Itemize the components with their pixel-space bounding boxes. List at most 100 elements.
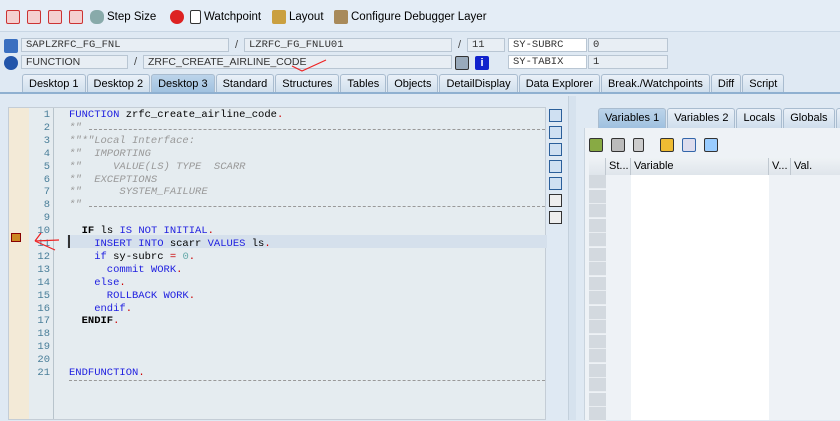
variables-panel: St... Variable V... Val. bbox=[584, 128, 840, 421]
step-size-button[interactable]: Step Size bbox=[90, 8, 156, 26]
watchpoint-button[interactable]: Watchpoint bbox=[190, 8, 261, 26]
desktop-tabs: Desktop 1 Desktop 2 Desktop 3 Standard Struc… bbox=[22, 73, 785, 93]
row-selector[interactable] bbox=[589, 378, 606, 392]
code-line[interactable]: *" bbox=[69, 122, 82, 135]
continue-icon[interactable] bbox=[69, 10, 83, 24]
sysvar2-value-field[interactable]: 1 bbox=[588, 55, 668, 69]
code-line[interactable]: ENDFUNCTION. bbox=[69, 367, 145, 380]
resize-icon[interactable] bbox=[549, 177, 562, 190]
layout-button[interactable]: Layout bbox=[272, 8, 324, 26]
tab-variables-2[interactable]: Variables 2 bbox=[667, 108, 736, 128]
end-separator bbox=[69, 379, 545, 381]
navigate-source-icon[interactable] bbox=[455, 56, 469, 70]
close-icon[interactable] bbox=[549, 109, 562, 122]
swap-icon[interactable] bbox=[549, 143, 562, 156]
row-selector[interactable] bbox=[589, 334, 606, 349]
tab-tables[interactable]: Tables bbox=[340, 74, 387, 93]
row-selector[interactable] bbox=[589, 407, 606, 421]
tab-diff[interactable]: Diff bbox=[710, 74, 742, 93]
splitter[interactable] bbox=[568, 96, 576, 420]
code-line[interactable]: *" EXCEPTIONS bbox=[69, 174, 157, 187]
sysvar2-name-field[interactable]: SY-TABIX bbox=[508, 55, 587, 69]
row-selector[interactable] bbox=[589, 305, 606, 320]
tab-desktop-2[interactable]: Desktop 2 bbox=[86, 74, 151, 93]
tab-objects[interactable]: Objects bbox=[387, 74, 439, 93]
execute-icon[interactable] bbox=[27, 10, 41, 24]
info-icon[interactable]: i bbox=[475, 56, 489, 70]
tab-globals[interactable]: Globals bbox=[783, 108, 835, 128]
row-selector[interactable] bbox=[589, 392, 606, 407]
tab-variables-1[interactable]: Variables 1 bbox=[598, 108, 667, 128]
row-selector[interactable] bbox=[589, 276, 606, 291]
row-selector[interactable] bbox=[589, 320, 606, 334]
tab-locals[interactable]: Locals bbox=[736, 108, 783, 128]
import-icon[interactable] bbox=[589, 138, 603, 152]
row-selector[interactable] bbox=[589, 363, 606, 378]
new-window-icon[interactable] bbox=[549, 126, 562, 139]
code-line[interactable]: ENDIF. bbox=[69, 315, 120, 328]
row-selector[interactable] bbox=[589, 233, 606, 247]
code-token: . bbox=[113, 315, 120, 328]
line-field[interactable]: 11 bbox=[467, 38, 505, 52]
row-selector[interactable] bbox=[589, 175, 606, 189]
configure-layer-button[interactable]: Configure Debugger Layer bbox=[334, 8, 487, 26]
code-lines: FUNCTION zrfc_create_airline_code. *" *"*"… bbox=[9, 108, 545, 419]
tools-icon[interactable] bbox=[549, 211, 562, 224]
tab-detaildisplay[interactable]: DetailDisplay bbox=[439, 74, 518, 93]
tab-break-watchpoints[interactable]: Break./Watchpoints bbox=[600, 74, 710, 93]
code-token: . bbox=[276, 109, 284, 121]
code-line[interactable]: *" SYSTEM_FAILURE bbox=[69, 186, 208, 199]
row-selector[interactable] bbox=[589, 291, 606, 305]
code-token: *" bbox=[69, 121, 82, 134]
code-line[interactable]: endif. bbox=[69, 303, 132, 316]
code-line[interactable]: ROLLBACK WORK. bbox=[69, 290, 195, 303]
sysvar1-name-field[interactable]: SY-SUBRC bbox=[508, 38, 587, 52]
single-step-icon[interactable] bbox=[6, 10, 20, 24]
column-header-v[interactable]: V... bbox=[769, 158, 791, 175]
column-header-value[interactable]: Val. bbox=[791, 158, 840, 175]
code-line[interactable]: INSERT INTO scarr VALUES ls. bbox=[69, 238, 270, 251]
tab-script[interactable]: Script bbox=[742, 74, 785, 93]
headphones-icon[interactable] bbox=[549, 194, 562, 207]
sysvar1-value-field[interactable]: 0 bbox=[588, 38, 668, 52]
code-line[interactable]: FUNCTION zrfc_create_airline_code. bbox=[69, 109, 283, 122]
tab-structures[interactable]: Structures bbox=[275, 74, 340, 93]
column-header-variable[interactable]: Variable bbox=[631, 158, 769, 175]
filter-icon[interactable] bbox=[704, 138, 718, 152]
code-line[interactable]: if sy-subrc = 0. bbox=[69, 251, 195, 264]
row-selector[interactable] bbox=[589, 247, 606, 262]
row-selector[interactable] bbox=[589, 262, 606, 276]
code-line[interactable]: *" IMPORTING bbox=[69, 148, 151, 161]
code-token: ENDIF bbox=[69, 315, 114, 328]
delete-icon[interactable] bbox=[633, 138, 644, 152]
row-selector[interactable] bbox=[589, 349, 606, 363]
tab-data-explorer[interactable]: Data Explorer bbox=[518, 74, 600, 93]
type-field[interactable]: FUNCTION bbox=[21, 55, 128, 69]
tab-a[interactable]: A bbox=[835, 108, 840, 128]
code-editor[interactable]: 1 2 3 4 5 6 7 8 9 10 11 12 13 14 15 16 17 18 19 20 21 FUNCTI… bbox=[8, 107, 547, 420]
sort-icon[interactable] bbox=[660, 138, 674, 152]
code-line[interactable]: else. bbox=[69, 277, 126, 290]
code-line[interactable]: *" VALUE(LS) TYPE SCARR bbox=[69, 161, 245, 174]
code-line[interactable]: commit WORK. bbox=[69, 264, 183, 277]
variable-column-cells[interactable] bbox=[631, 175, 769, 420]
program-field[interactable]: SAPLZRFC_FG_FNL bbox=[21, 38, 229, 52]
row-selector[interactable] bbox=[589, 204, 606, 218]
include-field[interactable]: LZRFC_FG_FNLU01 bbox=[244, 38, 452, 52]
stop-button[interactable] bbox=[170, 8, 184, 26]
maximize-icon[interactable] bbox=[549, 160, 562, 173]
code-line[interactable]: *"*"Local Interface: bbox=[69, 135, 195, 148]
column-header-status[interactable]: St... bbox=[606, 158, 631, 175]
row-selector[interactable] bbox=[589, 189, 606, 204]
code-token: *"*"Local Interface: bbox=[69, 134, 196, 147]
return-icon[interactable] bbox=[48, 10, 62, 24]
code-line[interactable]: *" bbox=[69, 199, 82, 212]
transfer-icon[interactable] bbox=[682, 138, 696, 152]
tab-desktop-3[interactable]: Desktop 3 bbox=[151, 74, 215, 93]
separator: / bbox=[458, 39, 462, 51]
tab-desktop-1[interactable]: Desktop 1 bbox=[22, 74, 86, 93]
export-icon[interactable] bbox=[611, 138, 625, 152]
tab-standard[interactable]: Standard bbox=[215, 74, 275, 93]
code-line[interactable]: IF ls IS NOT INITIAL. bbox=[69, 225, 214, 238]
row-selector[interactable] bbox=[589, 218, 606, 233]
